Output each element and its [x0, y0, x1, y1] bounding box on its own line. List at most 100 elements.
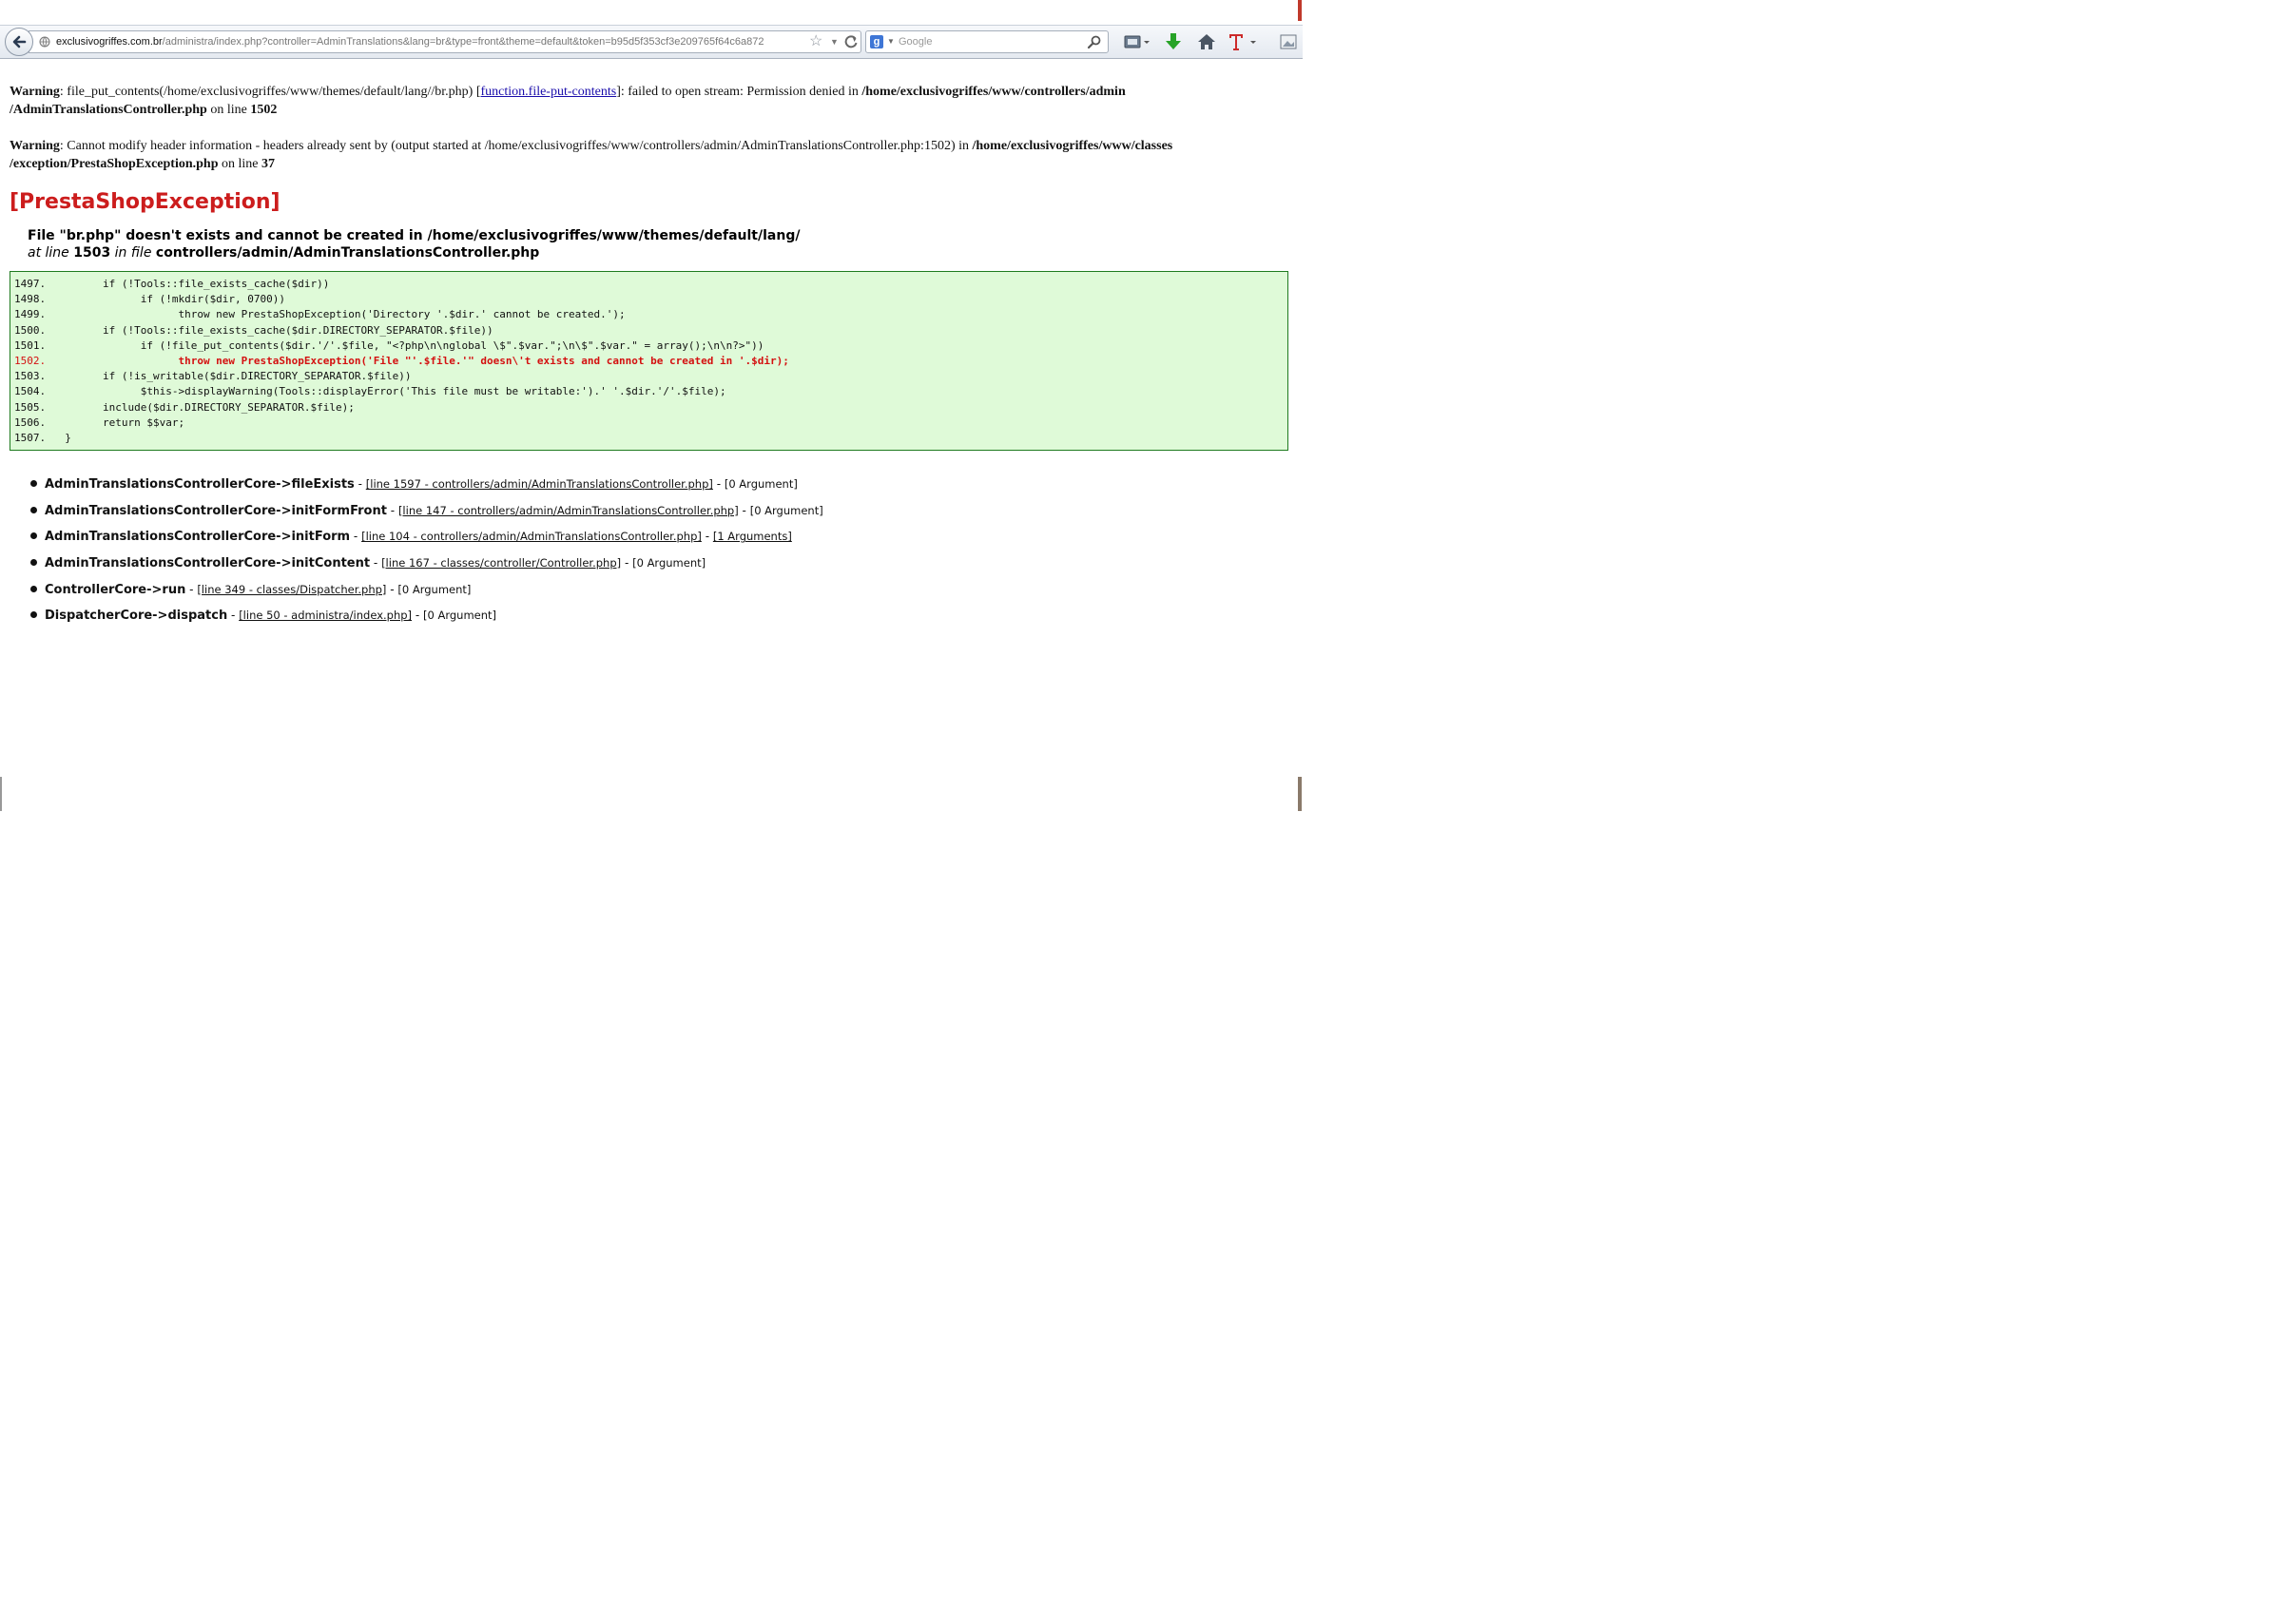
search-input[interactable]: Google: [899, 36, 932, 48]
trace-arguments: [0 Argument]: [724, 477, 798, 492]
code-line: 1507. }: [14, 431, 1284, 446]
trace-item: ControllerCore->run - [line 349 - classe…: [30, 582, 1288, 598]
bullet-icon: [30, 480, 37, 488]
warning-text: : file_put_contents(/home/exclusivogriff…: [59, 85, 481, 99]
trace-separator: -: [227, 609, 240, 623]
trace-location-link[interactable]: [line 1597 - controllers/admin/AdminTran…: [366, 477, 713, 491]
home-icon[interactable]: [1194, 31, 1219, 52]
code-line-number: 1502.: [14, 355, 47, 368]
trace-separator: -: [621, 556, 633, 570]
exception-file: controllers/admin/AdminTranslationsContr…: [155, 245, 540, 261]
reload-icon[interactable]: [843, 33, 859, 50]
trace-arguments: [0 Argument]: [749, 503, 823, 517]
trace-item: AdminTranslationsControllerCore->fileExi…: [30, 476, 1288, 493]
trace-location-link[interactable]: [line 50 - administra/index.php]: [239, 609, 412, 622]
warning-line: 1502: [250, 103, 278, 117]
search-bar[interactable]: g ▼ Google: [865, 30, 1109, 53]
warning-label: Warning: [10, 139, 60, 153]
code-line: 1501. if (!file_put_contents($dir.'/'.$f…: [14, 338, 1284, 354]
browser-toolbar: exclusivogriffes.com.br/administra/index…: [0, 25, 1303, 59]
search-engine-dropdown-icon[interactable]: ▼: [887, 34, 895, 49]
url-path: /administra/index.php?controller=AdminTr…: [162, 36, 764, 48]
scroll-edge-marker: [0, 777, 2, 811]
code-line-text: if (!file_put_contents($dir.'/'.$file, "…: [52, 338, 764, 352]
trace-location-link[interactable]: [line 104 - controllers/admin/AdminTrans…: [361, 530, 702, 543]
history-dropdown-icon[interactable]: ▼: [830, 34, 839, 49]
code-line: 1505. include($dir.DIRECTORY_SEPARATOR.$…: [14, 400, 1284, 416]
text-tool-icon[interactable]: [1227, 31, 1261, 52]
code-line: 1497. if (!Tools::file_exists_cache($dir…: [14, 277, 1284, 292]
back-button[interactable]: [5, 28, 33, 56]
trace-arguments: [0 Argument]: [423, 609, 497, 623]
code-line-text: return $$var;: [52, 416, 185, 429]
scroll-edge-marker: [1298, 777, 1302, 811]
code-line-text: $this->displayWarning(Tools::displayErro…: [52, 385, 726, 398]
at-line-label: at line: [28, 245, 69, 261]
trace-function: AdminTranslationsControllerCore->initFor…: [45, 530, 351, 545]
code-line: 1506. return $$var;: [14, 416, 1284, 431]
bookmarks-icon[interactable]: [1122, 31, 1152, 52]
page-content: Warning: file_put_contents(/home/exclusi…: [10, 83, 1288, 634]
trace-item: AdminTranslationsControllerCore->initFor…: [30, 529, 1288, 545]
code-line-number: 1504.: [14, 385, 47, 398]
trace-item: DispatcherCore->dispatch - [line 50 - ad…: [30, 608, 1288, 624]
warning-label: Warning: [10, 85, 60, 99]
trace-function: AdminTranslationsControllerCore->initCon…: [45, 556, 371, 571]
code-line-text: throw new PrestaShopException('File "'.$…: [52, 355, 789, 368]
trace-location-link[interactable]: [line 349 - classes/Dispatcher.php]: [197, 583, 386, 596]
trace-separator: -: [701, 530, 713, 544]
in-file-label: in file: [114, 245, 152, 261]
screenshot-icon[interactable]: [1278, 31, 1299, 52]
code-line-number: 1497.: [14, 278, 47, 290]
trace-separator: -: [354, 477, 366, 492]
code-line: 1503. if (!is_writable($dir.DIRECTORY_SE…: [14, 369, 1284, 384]
warning-line: 37: [261, 157, 275, 171]
function-doc-link[interactable]: function.file-put-contents: [481, 85, 617, 99]
trace-arguments: [0 Argument]: [397, 582, 472, 596]
url-text: exclusivogriffes.com.br/administra/index…: [56, 35, 764, 48]
star-icon[interactable]: ☆: [809, 32, 822, 51]
code-line: 1500. if (!Tools::file_exists_cache($dir…: [14, 323, 1284, 338]
warning-text: on line: [206, 103, 251, 117]
trace-arguments: [0 Argument]: [632, 556, 706, 570]
code-line-text: include($dir.DIRECTORY_SEPARATOR.$file);: [52, 400, 355, 414]
stack-trace: AdminTranslationsControllerCore->fileExi…: [30, 476, 1288, 624]
trace-item: AdminTranslationsControllerCore->initFor…: [30, 503, 1288, 519]
trace-function: ControllerCore->run: [45, 582, 186, 597]
trace-location-link[interactable]: [line 147 - controllers/admin/AdminTrans…: [398, 504, 739, 517]
warning-text: on line: [218, 157, 261, 171]
trace-function: DispatcherCore->dispatch: [45, 609, 228, 624]
code-line-text: if (!mkdir($dir, 0700)): [52, 293, 286, 306]
code-excerpt: 1497. if (!Tools::file_exists_cache($dir…: [10, 271, 1288, 452]
magnifier-icon[interactable]: [1087, 34, 1102, 49]
search-engine-icon[interactable]: g: [870, 35, 883, 48]
trace-separator: -: [738, 503, 750, 517]
code-line-text: if (!Tools::file_exists_cache($dir.DIREC…: [52, 323, 493, 337]
exception-message: File "br.php" doesn't exists and cannot …: [28, 227, 1288, 261]
code-line: 1498. if (!mkdir($dir, 0700)): [14, 292, 1284, 307]
code-line-number: 1507.: [14, 432, 47, 445]
code-line: 1499. throw new PrestaShopException('Dir…: [14, 307, 1284, 322]
warning-text: ]: failed to open stream: Permission den…: [616, 85, 862, 99]
exception-title: [PrestaShopException]: [10, 190, 280, 214]
warning-text: : Cannot modify header information - hea…: [59, 139, 973, 153]
bullet-icon: [30, 611, 37, 619]
scroll-edge-marker: [1298, 0, 1302, 21]
url-domain: exclusivogriffes.com.br: [56, 36, 163, 48]
code-line-text: if (!is_writable($dir.DIRECTORY_SEPARATO…: [52, 370, 412, 383]
exception-text: File "br.php" doesn't exists and cannot …: [28, 228, 801, 243]
trace-arguments-link[interactable]: [1 Arguments]: [713, 530, 792, 543]
code-line-number: 1505.: [14, 400, 47, 414]
trace-separator: -: [712, 477, 725, 492]
warning-message: Warning: Cannot modify header informatio…: [10, 137, 1288, 173]
code-line-text: if (!Tools::file_exists_cache($dir)): [52, 278, 330, 290]
trace-location-link[interactable]: [line 167 - classes/controller/Controlle…: [381, 556, 621, 570]
bullet-icon: [30, 559, 37, 567]
code-line-number: 1498.: [14, 293, 47, 306]
trace-separator: -: [386, 582, 398, 596]
code-line-error: 1502. throw new PrestaShopException('Fil…: [14, 354, 1284, 369]
download-icon[interactable]: [1162, 31, 1185, 52]
code-line-number: 1506.: [14, 416, 47, 429]
code-line-number: 1500.: [14, 323, 47, 337]
address-bar[interactable]: exclusivogriffes.com.br/administra/index…: [29, 30, 861, 53]
